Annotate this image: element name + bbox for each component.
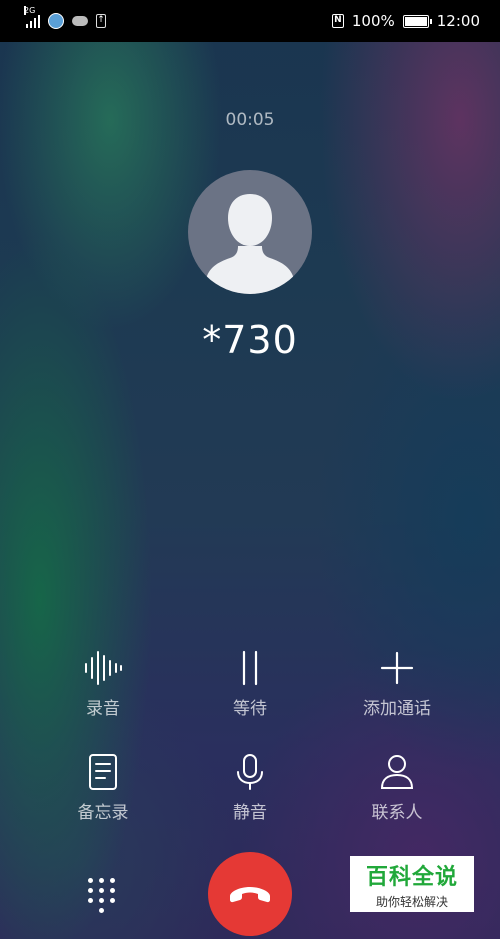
contact-avatar bbox=[188, 170, 312, 294]
memo-label: 备忘录 bbox=[77, 803, 129, 823]
watermark-title: 百科全说 bbox=[365, 864, 458, 890]
nfc-icon: N bbox=[331, 14, 344, 28]
plus-icon bbox=[380, 651, 414, 685]
clock: 12:00 bbox=[436, 12, 480, 30]
hold-label: 等待 bbox=[233, 699, 267, 719]
person-icon bbox=[380, 755, 414, 789]
record-label: 录音 bbox=[86, 699, 120, 719]
caller-number: *730 bbox=[202, 318, 298, 362]
watermark-subtitle: 助你轻松解决 bbox=[375, 894, 448, 909]
end-call-button[interactable] bbox=[208, 852, 292, 936]
record-button[interactable]: 录音 bbox=[28, 650, 178, 740]
battery-percent: 100% bbox=[351, 12, 395, 30]
call-timer: 00:05 bbox=[225, 110, 275, 130]
network-type: 2G bbox=[24, 6, 36, 15]
app-notification-icon bbox=[48, 13, 64, 29]
microphone-icon bbox=[237, 754, 263, 790]
person-silhouette-icon bbox=[206, 194, 294, 294]
note-icon bbox=[89, 754, 117, 790]
add-call-label: 添加通话 bbox=[363, 699, 431, 719]
contacts-label: 联系人 bbox=[371, 803, 423, 823]
dialpad-icon[interactable] bbox=[86, 876, 118, 916]
hold-button[interactable]: 等待 bbox=[175, 650, 325, 740]
upload-icon: ↑ bbox=[96, 14, 106, 28]
mute-button[interactable]: 静音 bbox=[175, 754, 325, 844]
cloud-icon bbox=[72, 16, 88, 26]
hangup-phone-icon bbox=[230, 887, 270, 903]
memo-button[interactable]: 备忘录 bbox=[28, 754, 178, 844]
signal-icon: 2G bbox=[24, 6, 40, 28]
battery-icon bbox=[402, 14, 432, 28]
add-call-button[interactable]: 添加通话 bbox=[322, 650, 472, 740]
watermark-logo: 百科全说 助你轻松解决 bbox=[350, 856, 474, 912]
mute-label: 静音 bbox=[233, 803, 267, 823]
pause-icon bbox=[242, 650, 258, 686]
status-bar: 2G ↑ N 100% 12:00 bbox=[0, 0, 500, 42]
contacts-button[interactable]: 联系人 bbox=[322, 754, 472, 844]
waveform-icon bbox=[85, 651, 122, 685]
